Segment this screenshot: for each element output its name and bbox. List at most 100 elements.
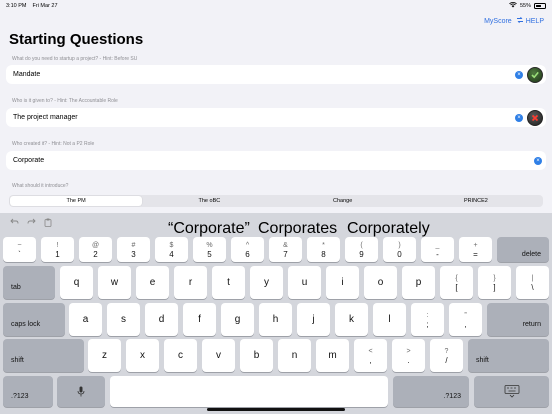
key-char: [: [455, 282, 458, 292]
answer-field[interactable]: Corporate ×: [6, 151, 546, 170]
key-shift-char: ^: [245, 241, 250, 249]
key-b[interactable]: b: [240, 339, 273, 372]
key-w[interactable]: w: [98, 266, 131, 299]
key-1[interactable]: ! 1: [41, 237, 74, 262]
key-l[interactable]: l: [373, 303, 406, 336]
answer-value: Corporate: [13, 157, 45, 164]
key-y[interactable]: y: [250, 266, 283, 299]
answer-field[interactable]: Mandate ×: [6, 65, 546, 84]
key-d[interactable]: d: [145, 303, 178, 336]
key-char: `: [18, 249, 21, 259]
key-n[interactable]: n: [278, 339, 311, 372]
numbers-key-right[interactable]: .?123: [393, 376, 469, 407]
answer-segmented-control[interactable]: The PM The oBC Change PRINCE2: [9, 195, 543, 207]
key-x[interactable]: x: [126, 339, 159, 372]
key-u[interactable]: u: [288, 266, 321, 299]
suggestion-item[interactable]: Corporately: [347, 220, 430, 238]
key-shift-char: ): [398, 241, 401, 249]
key-char: ,: [369, 355, 372, 365]
segment-option[interactable]: The oBC: [143, 196, 275, 206]
key-s[interactable]: s: [107, 303, 140, 336]
key-c[interactable]: c: [164, 339, 197, 372]
key-2[interactable]: @2: [79, 237, 112, 262]
home-indicator[interactable]: [207, 408, 345, 411]
key-shift-char: &: [283, 241, 288, 249]
key-period[interactable]: >.: [392, 339, 425, 372]
key-3[interactable]: #3: [117, 237, 150, 262]
keyboard-hide-icon[interactable]: [474, 376, 549, 407]
key-q[interactable]: q: [60, 266, 93, 299]
clear-icon[interactable]: ×: [534, 156, 542, 165]
key-f[interactable]: f: [183, 303, 216, 336]
delete-key[interactable]: delete: [497, 237, 549, 262]
microphone-icon[interactable]: [57, 376, 105, 407]
key-char: ,: [464, 319, 467, 329]
numbers-key-left[interactable]: .?123: [3, 376, 53, 407]
key-0[interactable]: ) 0: [383, 237, 416, 262]
key-shift-char: }: [493, 274, 496, 282]
key-k[interactable]: k: [335, 303, 368, 336]
key-9[interactable]: (9: [345, 237, 378, 262]
suggestion-item[interactable]: “Corporate”: [168, 220, 250, 238]
top-nav: MyScore HELP: [484, 16, 544, 26]
key-bracket-right[interactable]: }]: [478, 266, 511, 299]
segment-option[interactable]: PRINCE2: [410, 196, 542, 206]
return-key[interactable]: return: [487, 303, 549, 336]
key-g[interactable]: g: [221, 303, 254, 336]
question-label: Who is it given to? - Hint: The Accounta…: [12, 98, 118, 104]
answer-value: Mandate: [13, 71, 41, 78]
key-e[interactable]: e: [136, 266, 169, 299]
key-a[interactable]: a: [69, 303, 102, 336]
myscore-link[interactable]: MyScore: [484, 18, 512, 25]
key-char: 4: [169, 249, 174, 259]
key-backtick[interactable]: ~ `: [3, 237, 36, 262]
key-comma[interactable]: <,: [354, 339, 387, 372]
key-8[interactable]: * 8: [307, 237, 340, 262]
key-j[interactable]: j: [297, 303, 330, 336]
on-screen-keyboard: “Corporate” Corporates Corporately ~ ` ! 1…: [0, 213, 552, 414]
tab-key[interactable]: tab: [3, 266, 55, 299]
key-5[interactable]: % 5: [193, 237, 226, 262]
key-bracket-left[interactable]: {[: [440, 266, 473, 299]
key-r[interactable]: r: [174, 266, 207, 299]
key-char: ]: [493, 282, 496, 292]
key-7[interactable]: & 7: [269, 237, 302, 262]
key-quote[interactable]: ”,: [449, 303, 482, 336]
key-m[interactable]: m: [316, 339, 349, 372]
space-bar[interactable]: [110, 376, 388, 407]
shift-key-left[interactable]: shift: [3, 339, 84, 372]
key-char: =: [473, 249, 478, 259]
key-p[interactable]: p: [402, 266, 435, 299]
key-backslash[interactable]: | \: [516, 266, 549, 299]
question-label: Who created it? - Hint: Not a P2 Role: [12, 141, 95, 147]
key-o[interactable]: o: [364, 266, 397, 299]
key-6[interactable]: ^ 6: [231, 237, 264, 262]
segment-option[interactable]: The PM: [10, 196, 143, 206]
caps-lock-key[interactable]: caps lock: [3, 303, 65, 336]
key-v[interactable]: v: [202, 339, 235, 372]
key-char: ;: [426, 319, 429, 329]
key-z[interactable]: z: [88, 339, 121, 372]
key-char: 8: [321, 249, 326, 259]
answer-field[interactable]: The project manager ×: [6, 108, 546, 127]
clear-icon[interactable]: ×: [515, 113, 523, 122]
key-i[interactable]: i: [326, 266, 359, 299]
help-link[interactable]: HELP: [516, 16, 544, 26]
paste-icon[interactable]: [44, 218, 52, 229]
help-label: HELP: [525, 17, 544, 25]
key-4[interactable]: $4: [155, 237, 188, 262]
suggestion-item[interactable]: Corporates: [258, 220, 337, 238]
key-slash[interactable]: ? /: [430, 339, 463, 372]
key-shift-char: <: [368, 347, 373, 355]
clear-icon[interactable]: ×: [515, 70, 523, 79]
redo-icon[interactable]: [27, 218, 36, 229]
key-equals[interactable]: + =: [459, 237, 492, 262]
segment-option[interactable]: Change: [277, 196, 409, 206]
shift-key-right[interactable]: shift: [468, 339, 549, 372]
key-h[interactable]: h: [259, 303, 292, 336]
key-shift-char: {: [455, 274, 458, 282]
key-minus[interactable]: _ -: [421, 237, 454, 262]
key-semicolon[interactable]: :;: [411, 303, 444, 336]
key-t[interactable]: t: [212, 266, 245, 299]
undo-icon[interactable]: [10, 218, 19, 229]
